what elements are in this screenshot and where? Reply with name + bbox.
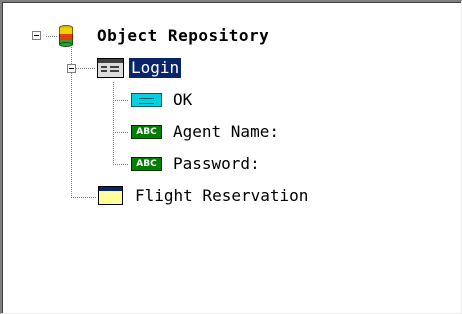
tree-node-label: Password: [173,154,260,173]
tree-line [113,164,129,165]
dialog-icon [97,58,124,78]
tree-line [46,36,58,37]
tree-line [113,82,114,165]
tree-node-password[interactable]: Password: [171,153,262,175]
tree-node-label: Object Repository [97,26,270,45]
tree-node-label: OK [173,90,193,109]
window-icon [98,186,123,205]
button-icon [131,93,162,107]
tree-line [113,132,129,133]
tree-node-flight-reservation[interactable]: Flight Reservation [133,185,310,207]
tree-view[interactable]: Object Repository Login OK ABC Agent Nam… [2,2,461,313]
tree-node-ok[interactable]: OK [171,89,194,111]
collapse-toggle-login[interactable] [67,64,76,73]
repository-icon [59,25,73,47]
tree-line [71,197,97,198]
tree-node-label: Flight Reservation [135,186,309,205]
edit-field-icon: ABC [131,125,162,139]
collapse-toggle-root[interactable] [32,31,41,40]
tree-node-label: Agent Name: [173,122,279,141]
tree-node-label: Login [129,58,182,78]
tree-node-object-repository[interactable]: Object Repository [95,25,271,47]
tree-node-login[interactable]: Login [129,57,182,79]
tree-node-agent-name[interactable]: Agent Name: [171,121,281,143]
edit-field-icon: ABC [131,157,162,171]
tree-line [76,68,96,69]
tree-line [113,100,129,101]
object-repository-tree-panel: Object Repository Login OK ABC Agent Nam… [0,0,462,314]
